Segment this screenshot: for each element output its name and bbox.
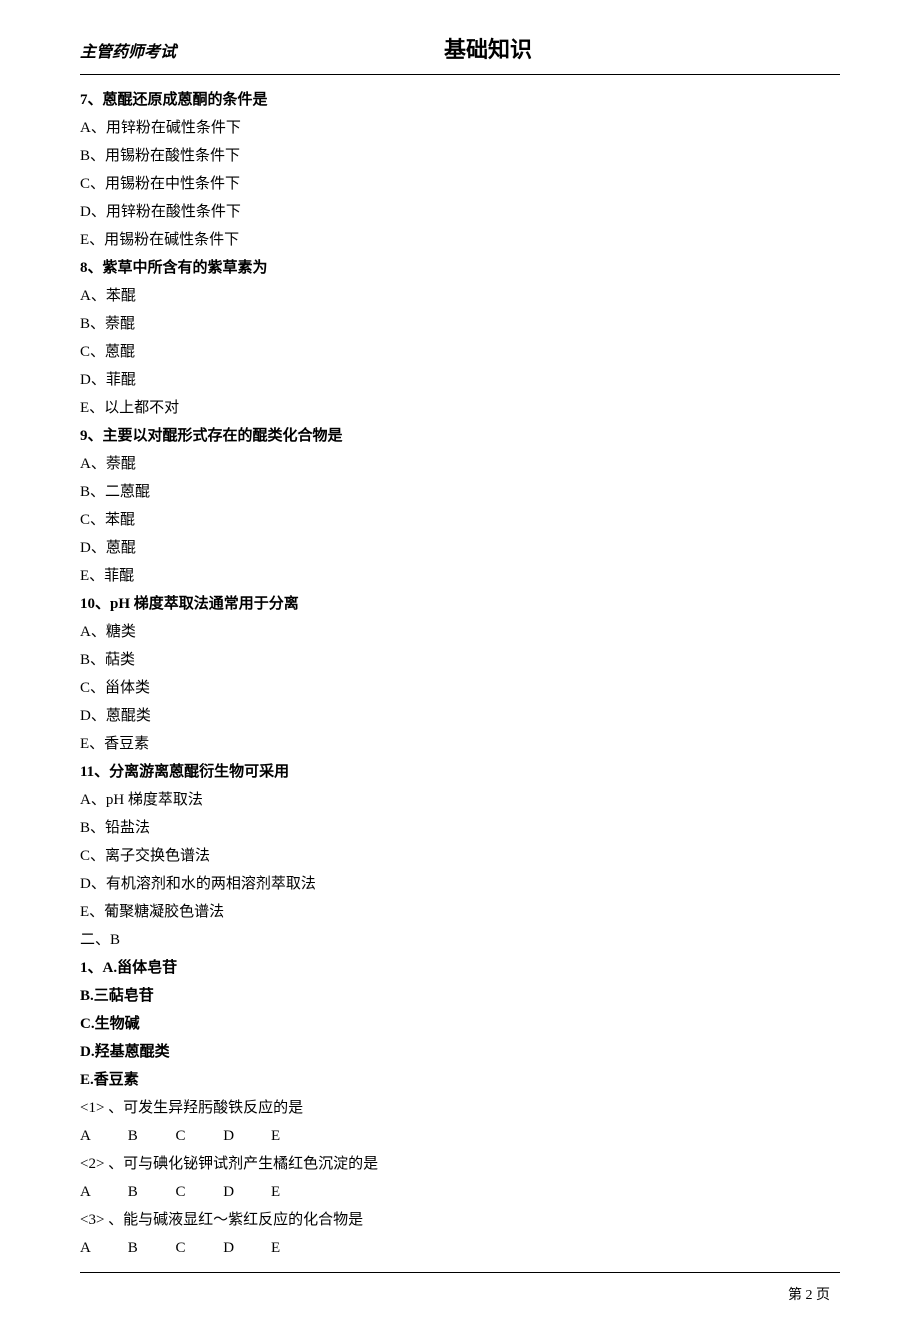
q9-stem: 9、主要以对醌形式存在的醌类化合物是 bbox=[80, 423, 840, 450]
page-number: 第 2 页 bbox=[80, 1283, 840, 1308]
opt-a: A bbox=[80, 1123, 124, 1150]
opt-e: E bbox=[271, 1123, 315, 1150]
q8-option-a: A、苯醌 bbox=[80, 283, 840, 310]
q9-option-a: A、萘醌 bbox=[80, 451, 840, 478]
opt-d: D bbox=[223, 1179, 267, 1206]
q7-option-d: D、用锌粉在酸性条件下 bbox=[80, 199, 840, 226]
b-q1-d: D.羟基蒽醌类 bbox=[80, 1039, 840, 1066]
opt-a: A bbox=[80, 1179, 124, 1206]
q9-option-e: E、菲醌 bbox=[80, 563, 840, 590]
b-sub3: <3> 、能与碱液显红～紫红反应的化合物是 bbox=[80, 1207, 840, 1234]
opt-c: C bbox=[176, 1179, 220, 1206]
q10-stem: 10、pH 梯度萃取法通常用于分离 bbox=[80, 591, 840, 618]
q11-stem: 11、分离游离蒽醌衍生物可采用 bbox=[80, 759, 840, 786]
q8-stem: 8、紫草中所含有的紫草素为 bbox=[80, 255, 840, 282]
q7-option-e: E、用锡粉在碱性条件下 bbox=[80, 227, 840, 254]
opt-c: C bbox=[176, 1123, 220, 1150]
q9-option-b: B、二蒽醌 bbox=[80, 479, 840, 506]
b-sub2-options: A B C D E bbox=[80, 1179, 840, 1206]
opt-b: B bbox=[128, 1179, 172, 1206]
q10-option-a: A、糖类 bbox=[80, 619, 840, 646]
q11-option-d: D、有机溶剂和水的两相溶剂萃取法 bbox=[80, 871, 840, 898]
q8-option-d: D、菲醌 bbox=[80, 367, 840, 394]
opt-e: E bbox=[271, 1179, 315, 1206]
q11-option-c: C、离子交换色谱法 bbox=[80, 843, 840, 870]
q10-option-b: B、萜类 bbox=[80, 647, 840, 674]
content-body: 7、蒽醌还原成蒽酮的条件是 A、用锌粉在碱性条件下 B、用锡粉在酸性条件下 C、… bbox=[80, 87, 840, 1262]
b-sub2: <2> 、可与碘化铋钾试剂产生橘红色沉淀的是 bbox=[80, 1151, 840, 1178]
q7-option-c: C、用锡粉在中性条件下 bbox=[80, 171, 840, 198]
opt-a: A bbox=[80, 1235, 124, 1262]
b-q1-stem: 1、A.甾体皂苷 bbox=[80, 955, 840, 982]
b-sub1: <1> 、可发生异羟肟酸铁反应的是 bbox=[80, 1095, 840, 1122]
q9-option-c: C、苯醌 bbox=[80, 507, 840, 534]
q11-option-b: B、铅盐法 bbox=[80, 815, 840, 842]
page-header: 主管药师考试 基础知识 bbox=[80, 30, 840, 75]
opt-e: E bbox=[271, 1235, 315, 1262]
opt-c: C bbox=[176, 1235, 220, 1262]
footer-divider bbox=[80, 1272, 840, 1273]
q9-option-d: D、蒽醌 bbox=[80, 535, 840, 562]
section-b-label: 二、B bbox=[80, 927, 840, 954]
q11-option-e: E、葡聚糖凝胶色谱法 bbox=[80, 899, 840, 926]
q8-option-b: B、萘醌 bbox=[80, 311, 840, 338]
q7-stem: 7、蒽醌还原成蒽酮的条件是 bbox=[80, 87, 840, 114]
opt-b: B bbox=[128, 1235, 172, 1262]
b-q1-c: C.生物碱 bbox=[80, 1011, 840, 1038]
q11-option-a: A、pH 梯度萃取法 bbox=[80, 787, 840, 814]
q10-option-c: C、甾体类 bbox=[80, 675, 840, 702]
b-q1-e: E.香豆素 bbox=[80, 1067, 840, 1094]
q8-option-e: E、以上都不对 bbox=[80, 395, 840, 422]
opt-b: B bbox=[128, 1123, 172, 1150]
q7-option-b: B、用锡粉在酸性条件下 bbox=[80, 143, 840, 170]
opt-d: D bbox=[223, 1123, 267, 1150]
opt-d: D bbox=[223, 1235, 267, 1262]
q10-option-e: E、香豆素 bbox=[80, 731, 840, 758]
q7-option-a: A、用锌粉在碱性条件下 bbox=[80, 115, 840, 142]
q8-option-c: C、蒽醌 bbox=[80, 339, 840, 366]
b-sub1-options: A B C D E bbox=[80, 1123, 840, 1150]
b-q1-b: B.三萜皂苷 bbox=[80, 983, 840, 1010]
b-sub3-options: A B C D E bbox=[80, 1235, 840, 1262]
header-title: 基础知识 bbox=[136, 30, 840, 70]
q10-option-d: D、蒽醌类 bbox=[80, 703, 840, 730]
